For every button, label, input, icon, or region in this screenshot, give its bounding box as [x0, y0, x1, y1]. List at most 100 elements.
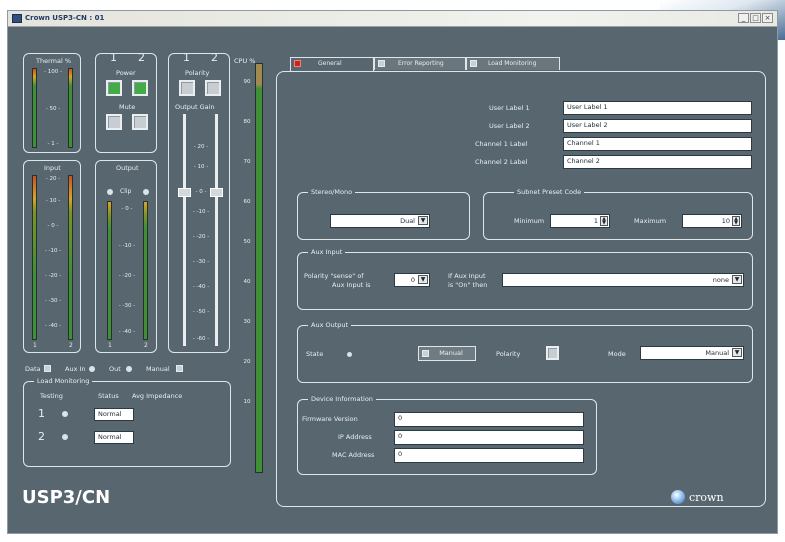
aux-polarity-label-line2: Aux Input is — [332, 281, 371, 289]
output-tick: - -40 - — [118, 329, 136, 335]
aux-input-group: Aux Input Polarity "sense" of Aux Input … — [297, 248, 753, 310]
load-row-1-channel: 1 — [38, 407, 45, 420]
polarity-button-1[interactable] — [179, 80, 195, 96]
application-window: Crown USP3-CN : 01 _ □ × Thermal % - 100… — [7, 10, 778, 534]
channel-2-label-caption: Channel 2 Label — [475, 158, 528, 166]
thermal-meter-1 — [32, 68, 37, 148]
cpu-tick: 90 — [243, 79, 251, 85]
clip-led-1 — [107, 189, 113, 195]
general-tab-icon — [294, 60, 301, 67]
window-title: Crown USP3-CN : 01 — [25, 14, 105, 22]
aux-if-label-line1: If Aux Input — [448, 272, 486, 280]
spinner-arrows-icon[interactable]: ▲ ▼ — [600, 216, 608, 226]
mute-label: Mute — [119, 103, 136, 111]
gain-tick: - 20 - — [193, 144, 209, 150]
subnet-group: Subnet Preset Code Minimum 1 ▲ ▼ Maximum … — [483, 188, 753, 240]
load-header-testing: Testing — [40, 392, 63, 400]
polarity-button-2[interactable] — [205, 80, 221, 96]
app-icon — [12, 14, 22, 23]
input-meter-1 — [32, 175, 37, 340]
input-foot-1: 1 — [33, 342, 37, 349]
input-tick: - 0 - — [47, 223, 59, 229]
tab-error-reporting[interactable]: Error Reporting — [374, 57, 466, 70]
maximize-button[interactable]: □ — [750, 13, 761, 23]
power-button-2[interactable] — [132, 80, 148, 96]
input-tick: - 10 - — [45, 198, 61, 204]
crown-logo-icon — [671, 490, 685, 504]
clip-led-2 — [143, 189, 149, 195]
output-panel: Output Clip - 0 - - -10 - - -20 - - -30 … — [95, 160, 157, 353]
power-mute-panel: 1 2 Power Mute — [95, 51, 157, 153]
output-tick: - -20 - — [118, 273, 136, 279]
input-foot-2: 2 — [69, 342, 73, 349]
channel-1-label-field[interactable]: Channel 1 — [563, 137, 752, 151]
aux-polarity-select[interactable]: 0 ▼ — [394, 273, 430, 287]
aux-action-select[interactable]: none ▼ — [502, 273, 744, 287]
input-meter-2 — [68, 175, 73, 340]
gain-tick: - -20 - — [192, 234, 210, 240]
mute-button-2[interactable] — [132, 114, 148, 130]
user-label-2-field[interactable]: User Label 2 — [563, 119, 752, 133]
cpu-tick: 40 — [243, 279, 251, 285]
mute-button-1[interactable] — [106, 114, 122, 130]
input-panel: Input - 20 - - 10 - - 0 - - -10 - - -20 … — [23, 160, 81, 353]
user-label-1-caption: User Label 1 — [489, 104, 530, 112]
subnet-max-spinner[interactable]: 10 ▲ ▼ — [682, 214, 742, 228]
load-monitoring-title: Load Monitoring — [34, 377, 93, 385]
aux-output-group: Aux Output State Manual Polarity Mode Ma… — [297, 321, 753, 383]
minimize-button[interactable]: _ — [738, 13, 749, 23]
tab-error-reporting-label: Error Reporting — [398, 60, 444, 67]
window-controls: _ □ × — [738, 13, 773, 23]
stereo-mono-group: Stereo/Mono Dual ▼ — [297, 188, 470, 240]
out-led — [126, 366, 132, 372]
cpu-tick: 20 — [243, 359, 251, 365]
polarity-label: Polarity — [185, 69, 210, 77]
user-label-1-field[interactable]: User Label 1 — [563, 101, 752, 115]
cpu-tick: 30 — [243, 319, 251, 325]
aux-output-polarity-button[interactable] — [546, 346, 559, 360]
device-info-group: Device Information Firmware Version 0 IP… — [297, 395, 597, 475]
data-indicator — [44, 365, 51, 372]
product-name: USP3/CN — [22, 487, 111, 508]
cpu-tick: 70 — [243, 159, 251, 165]
output-gain-label: Output Gain — [175, 103, 215, 111]
client-area: Thermal % - 100 - - 50 - - 1 - 1 2 Power… — [8, 27, 777, 534]
power-button-1[interactable] — [106, 80, 122, 96]
chevron-down-icon: ▼ — [418, 275, 428, 284]
aux-input-title: Aux Input — [308, 248, 346, 256]
subnet-max-value: 10 — [721, 217, 730, 225]
aux-output-mode-select[interactable]: Manual ▼ — [640, 346, 744, 360]
mac-address-label: MAC Address — [332, 451, 375, 459]
aux-output-manual-label: Manual — [439, 349, 463, 357]
gain-tick: - 0 - — [195, 189, 207, 195]
stereo-mono-select[interactable]: Dual ▼ — [330, 214, 430, 228]
title-bar: Crown USP3-CN : 01 _ □ × — [8, 11, 777, 27]
aux-in-led — [89, 366, 95, 372]
brand-name: crown — [689, 491, 724, 504]
cpu-tick: 50 — [243, 239, 251, 245]
aux-output-state-led — [347, 352, 352, 357]
firmware-version-field: 0 — [394, 412, 584, 427]
stereo-mono-value: Dual — [400, 217, 415, 225]
ip-address-label: IP Address — [338, 433, 372, 441]
user-label-2-caption: User Label 2 — [489, 122, 530, 130]
close-button[interactable]: × — [762, 13, 773, 23]
tab-general[interactable]: General — [290, 57, 374, 71]
aux-if-label-line2: is "On" then — [448, 281, 488, 289]
channel-2-label-field[interactable]: Channel 2 — [563, 155, 752, 169]
load-row-1-status: Normal — [94, 408, 134, 421]
spinner-arrows-icon[interactable]: ▲ ▼ — [732, 216, 740, 226]
manual-checkbox[interactable] — [422, 350, 429, 357]
aux-output-manual-button[interactable]: Manual — [418, 346, 476, 361]
aux-polarity-value: 0 — [410, 276, 415, 284]
thermal-meter-2 — [68, 68, 73, 148]
load-header-status: Status — [98, 392, 119, 400]
chevron-down-icon: ▼ — [732, 348, 742, 357]
tab-load-monitoring[interactable]: Load Monitoring — [466, 57, 560, 70]
input-tick: - -10 - — [44, 248, 62, 254]
error-reporting-tab-icon — [378, 60, 385, 67]
aux-output-state-label: State — [306, 350, 324, 358]
input-tick: - 20 - — [45, 176, 61, 182]
subnet-min-spinner[interactable]: 1 ▲ ▼ — [550, 214, 610, 228]
aux-polarity-label-line1: Polarity "sense" of — [304, 272, 364, 280]
